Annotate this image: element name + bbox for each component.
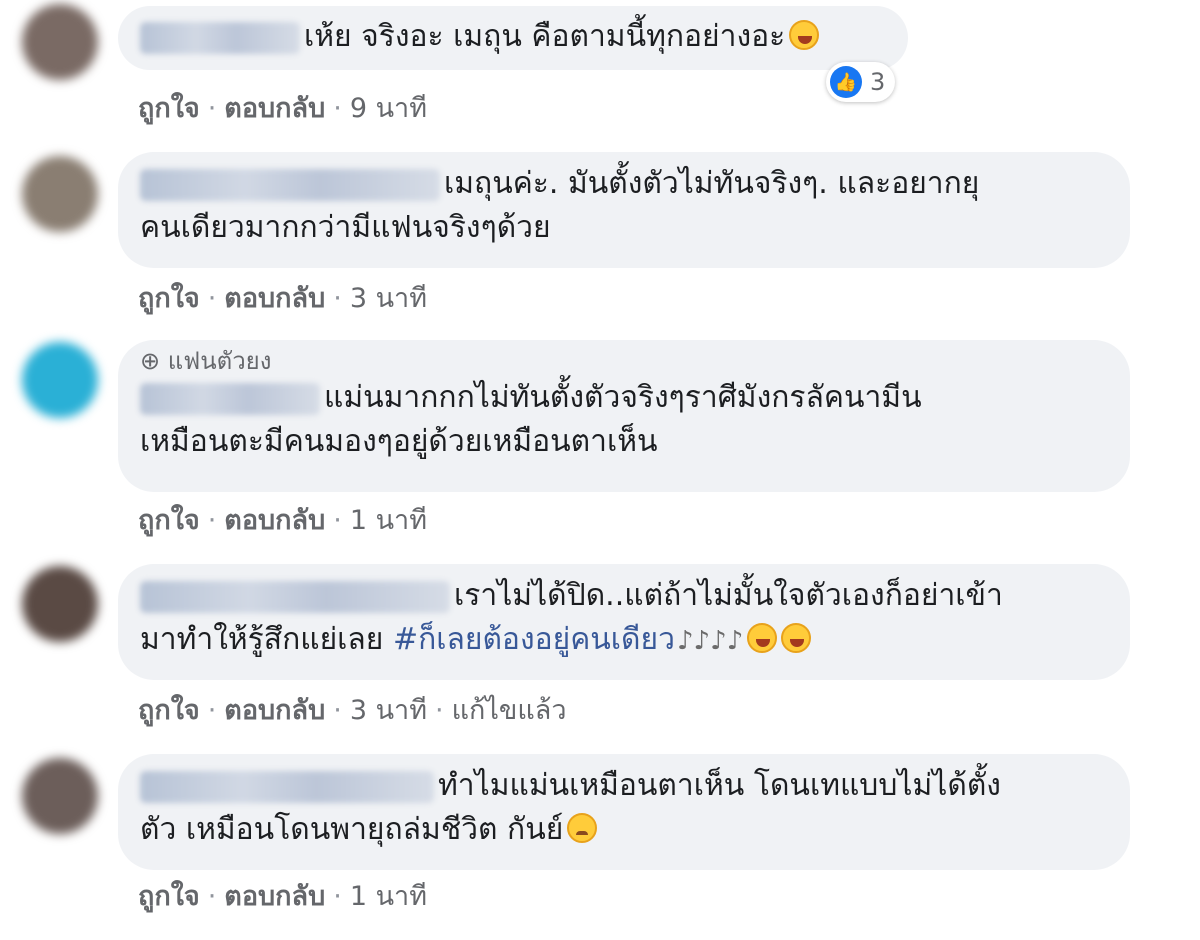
separator: ·	[207, 695, 217, 726]
commenter-name[interactable]	[140, 382, 320, 415]
comment-bubble: เมถุนค่ะ. มันตั้งตัวไม่ทันจริงๆ. และอยาก…	[118, 152, 1130, 268]
laughing-tears-emoji	[781, 623, 812, 653]
comment-text-line-1: เราไม่ได้ปิด..แต่ถ้าไม่มั้นใจตัวเองก็อย่…	[454, 578, 1003, 613]
separator: ·	[333, 695, 342, 726]
commenter-name[interactable]	[140, 580, 450, 613]
comment-text: เห้ย จริงอะ เมถุน คือตามนี้ทุกอย่างอะ	[304, 19, 786, 54]
comment-actions: ถูกใจ · ตอบกลับ · 3 นาที · แก้ไขแล้ว	[138, 688, 567, 731]
badge-label: แฟนตัวยง	[167, 347, 272, 375]
comment-text-line-2: ตัว เหมือนโดนพายุถล่มชีวิต กันย์	[140, 812, 564, 847]
separator: ·	[207, 93, 217, 124]
separator: ·	[207, 881, 217, 912]
music-note-icon: ♪♪♪♪	[676, 626, 744, 656]
thumbs-up-icon: 👍	[830, 66, 862, 98]
like-link[interactable]: ถูกใจ	[138, 283, 200, 314]
comment-text-line-1: แม่นมากกกไม่ทันตั้งตัวจริงๆราศีมังกรลัคน…	[324, 380, 922, 415]
commenter-name[interactable]	[140, 770, 434, 803]
comment-text-line-1: ทำไมแม่นเหมือนตาเห็น โดนเทแบบไม่ได้ตั้ง	[438, 768, 1001, 803]
separator: ·	[333, 283, 342, 314]
avatar[interactable]	[22, 758, 98, 834]
timestamp[interactable]: 1 นาที	[350, 505, 427, 536]
globe-icon: ⊕	[140, 347, 168, 375]
reply-link[interactable]: ตอบกลับ	[224, 695, 325, 726]
like-link[interactable]: ถูกใจ	[138, 505, 200, 536]
comment-actions: ถูกใจ · ตอบกลับ · 3 นาที	[138, 276, 427, 319]
hashtag-link[interactable]: #ก็เลยต้องอยู่คนเดียว	[393, 622, 675, 657]
laughing-tears-emoji	[789, 20, 820, 50]
comment-bubble: ทำไมแม่นเหมือนตาเห็น โดนเทแบบไม่ได้ตั้ง …	[118, 754, 1130, 870]
comment-bubble: เราไม่ได้ปิด..แต่ถ้าไม่มั้นใจตัวเองก็อย่…	[118, 564, 1130, 680]
timestamp[interactable]: 1 นาที	[350, 881, 427, 912]
top-fan-badge: ⊕ แฟนตัวยง	[140, 348, 1108, 374]
avatar[interactable]	[22, 342, 98, 418]
reply-link[interactable]: ตอบกลับ	[224, 283, 325, 314]
reply-link[interactable]: ตอบกลับ	[224, 505, 325, 536]
comment-text-line-2: มาทำให้รู้สึกแย่เลย	[140, 622, 384, 657]
separator: ·	[207, 505, 217, 536]
reaction-badge[interactable]: 👍 3	[826, 62, 896, 102]
reply-link[interactable]: ตอบกลับ	[224, 881, 325, 912]
comment-text-line-2: เหมือนตะมีคนมองๆอยู่ด้วยเหมือนตาเห็น	[140, 424, 658, 459]
comment-text-line-1: เมถุนค่ะ. มันตั้งตัวไม่ทันจริงๆ. และอยาก…	[444, 166, 980, 201]
separator: ·	[333, 93, 342, 124]
reply-link[interactable]: ตอบกลับ	[224, 93, 325, 124]
comment-text-line-2: คนเดียวมากกว่ามีแฟนจริงๆด้วย	[140, 210, 551, 245]
commenter-name[interactable]	[140, 21, 300, 54]
separator: ·	[333, 881, 342, 912]
comment-bubble: เห้ย จริงอะ เมถุน คือตามนี้ทุกอย่างอะ	[118, 6, 908, 70]
avatar[interactable]	[22, 156, 98, 232]
crying-emoji	[567, 813, 598, 843]
timestamp[interactable]: 3 นาที	[350, 695, 427, 726]
reaction-count: 3	[870, 68, 886, 96]
laughing-tears-emoji	[747, 623, 778, 653]
edited-label[interactable]: แก้ไขแล้ว	[452, 695, 567, 726]
like-link[interactable]: ถูกใจ	[138, 881, 200, 912]
like-link[interactable]: ถูกใจ	[138, 93, 200, 124]
comment-bubble: ⊕ แฟนตัวยง แม่นมากกกไม่ทันตั้งตัวจริงๆรา…	[118, 340, 1130, 492]
avatar[interactable]	[22, 566, 98, 642]
like-link[interactable]: ถูกใจ	[138, 695, 200, 726]
avatar[interactable]	[22, 4, 98, 80]
comment-actions: ถูกใจ · ตอบกลับ · 9 นาที	[138, 86, 427, 129]
separator: ·	[435, 695, 444, 726]
timestamp[interactable]: 3 นาที	[350, 283, 427, 314]
timestamp[interactable]: 9 นาที	[350, 93, 427, 124]
separator: ·	[207, 283, 217, 314]
comment-actions: ถูกใจ · ตอบกลับ · 1 นาที	[138, 498, 427, 541]
commenter-name[interactable]	[140, 168, 440, 201]
separator: ·	[333, 505, 342, 536]
comment-actions: ถูกใจ · ตอบกลับ · 1 นาที	[138, 874, 427, 917]
